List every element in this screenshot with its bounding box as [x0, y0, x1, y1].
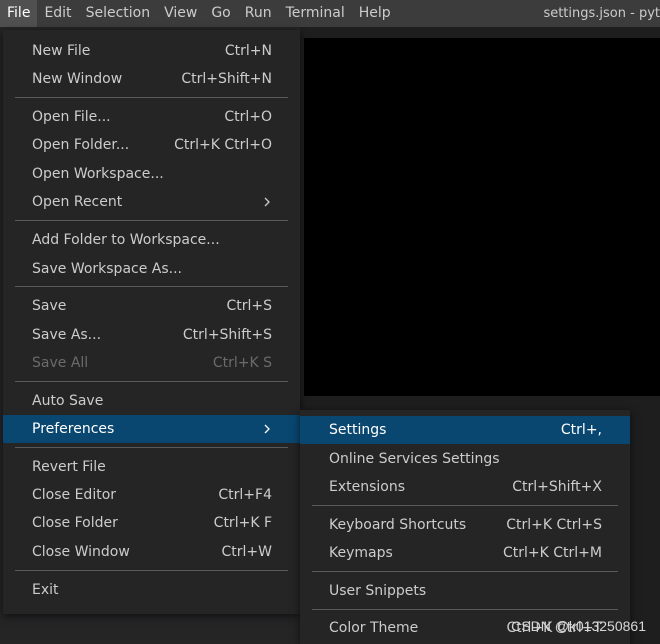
menu-item-label: Open Recent	[32, 194, 123, 210]
menu-item-auto-save[interactable]: Auto Save	[3, 387, 300, 415]
menu-item-new-file[interactable]: New File Ctrl+N	[3, 37, 300, 65]
menu-item-save[interactable]: Save Ctrl+S	[3, 292, 300, 320]
menu-separator	[312, 609, 618, 610]
menu-item-shortcut: Ctrl+Shift+S	[182, 327, 272, 343]
menu-item-shortcut: Ctrl+S	[226, 298, 272, 314]
menu-item-new-window[interactable]: New Window Ctrl+Shift+N	[3, 65, 300, 93]
menu-item-label: Close Editor	[32, 487, 117, 503]
menu-item-extensions[interactable]: Extensions Ctrl+Shift+X	[300, 473, 630, 501]
chevron-right-icon	[264, 424, 270, 434]
menu-item-save-workspace-as[interactable]: Save Workspace As...	[3, 255, 300, 283]
menu-item-label: Open File...	[32, 109, 111, 125]
menu-item-shortcut: Ctrl+K Ctrl+M	[503, 545, 602, 561]
menu-go[interactable]: Go	[204, 0, 237, 27]
window-title: settings.json - pyt	[543, 6, 660, 21]
menu-item-shortcut: Ctrl+Shift+X	[512, 479, 602, 495]
menu-separator	[312, 505, 618, 506]
menu-separator	[15, 286, 288, 287]
menu-item-open-workspace[interactable]: Open Workspace...	[3, 160, 300, 188]
menu-item-shortcut: Ctrl+K Ctrl+S	[506, 517, 602, 533]
menu-item-label: Save	[32, 298, 67, 314]
menu-run[interactable]: Run	[238, 0, 279, 27]
menu-separator	[312, 571, 618, 572]
menu-item-label: Auto Save	[32, 393, 104, 409]
menu-item-label: Add Folder to Workspace...	[32, 232, 220, 248]
menu-item-preferences[interactable]: Preferences	[3, 415, 300, 443]
menu-item-close-editor[interactable]: Close Editor Ctrl+F4	[3, 481, 300, 509]
menu-item-add-folder[interactable]: Add Folder to Workspace...	[3, 226, 300, 254]
menu-item-shortcut: Ctrl+K S	[212, 355, 272, 371]
menu-item-label: Save Workspace As...	[32, 261, 183, 277]
menu-separator	[15, 570, 288, 571]
menu-item-shortcut: Ctrl+W	[221, 544, 272, 560]
menu-item-open-folder[interactable]: Open Folder... Ctrl+K Ctrl+O	[3, 131, 300, 159]
menu-item-shortcut: Ctrl+O	[224, 109, 272, 125]
menu-item-label: Save As...	[32, 327, 102, 343]
menu-edit[interactable]: Edit	[37, 0, 78, 27]
menu-item-shortcut: Ctrl+N	[224, 43, 272, 59]
menu-item-exit[interactable]: Exit	[3, 576, 300, 604]
menu-separator	[15, 220, 288, 221]
menu-item-label: Settings	[329, 422, 387, 438]
menu-terminal[interactable]: Terminal	[279, 0, 352, 27]
menu-item-shortcut: Ctrl+K F	[213, 515, 272, 531]
editor-pane	[304, 38, 660, 396]
menu-item-save-as[interactable]: Save As... Ctrl+Shift+S	[3, 321, 300, 349]
menu-view[interactable]: View	[157, 0, 204, 27]
menu-item-close-folder[interactable]: Close Folder Ctrl+K F	[3, 509, 300, 537]
chevron-right-icon	[264, 197, 270, 207]
menu-item-label: Open Folder...	[32, 137, 130, 153]
menu-item-label: Extensions	[329, 479, 406, 495]
menu-item-label: Color Theme	[329, 620, 419, 636]
menu-item-label: Preferences	[32, 421, 115, 437]
menu-item-label: Keyboard Shortcuts	[329, 517, 467, 533]
menu-item-shortcut: Ctrl+K Ctrl+O	[174, 137, 272, 153]
menu-item-label: Online Services Settings	[329, 451, 500, 467]
menu-item-open-recent[interactable]: Open Recent	[3, 188, 300, 216]
menu-item-label: Close Folder	[32, 515, 118, 531]
menu-file[interactable]: File	[0, 0, 38, 27]
menu-item-label: Exit	[32, 582, 59, 598]
menu-item-shortcut: Ctrl+F4	[218, 487, 272, 503]
menu-item-save-all[interactable]: Save All Ctrl+K S	[3, 349, 300, 377]
watermark: CSDN @k013250861	[511, 618, 646, 634]
menu-item-revert-file[interactable]: Revert File	[3, 453, 300, 481]
menu-item-label: User Snippets	[329, 583, 427, 599]
preferences-submenu: Settings Ctrl+, Online Services Settings…	[300, 410, 630, 644]
menu-item-label: New Window	[32, 71, 123, 87]
menu-item-label: New File	[32, 43, 91, 59]
menu-item-label: Close Window	[32, 544, 130, 560]
menu-item-keymaps[interactable]: Keymaps Ctrl+K Ctrl+M	[300, 539, 630, 567]
menu-separator	[15, 97, 288, 98]
file-menu: New File Ctrl+N New Window Ctrl+Shift+N …	[3, 30, 300, 614]
menu-item-online-services[interactable]: Online Services Settings	[300, 445, 630, 473]
menu-separator	[15, 381, 288, 382]
menu-item-shortcut: Ctrl+Shift+N	[181, 71, 272, 87]
menu-item-shortcut: Ctrl+,	[560, 422, 602, 438]
menu-item-label: Save All	[32, 355, 89, 371]
menu-item-settings[interactable]: Settings Ctrl+,	[300, 416, 630, 444]
menu-selection[interactable]: Selection	[79, 0, 158, 27]
menu-item-label: Revert File	[32, 459, 106, 475]
menu-separator	[15, 447, 288, 448]
menu-item-label: Keymaps	[329, 545, 393, 561]
menu-item-open-file[interactable]: Open File... Ctrl+O	[3, 103, 300, 131]
menu-item-user-snippets[interactable]: User Snippets	[300, 577, 630, 605]
menu-item-keyboard-shortcuts[interactable]: Keyboard Shortcuts Ctrl+K Ctrl+S	[300, 511, 630, 539]
menu-item-close-window[interactable]: Close Window Ctrl+W	[3, 538, 300, 566]
menu-help[interactable]: Help	[352, 0, 398, 27]
menu-item-label: Open Workspace...	[32, 166, 164, 182]
